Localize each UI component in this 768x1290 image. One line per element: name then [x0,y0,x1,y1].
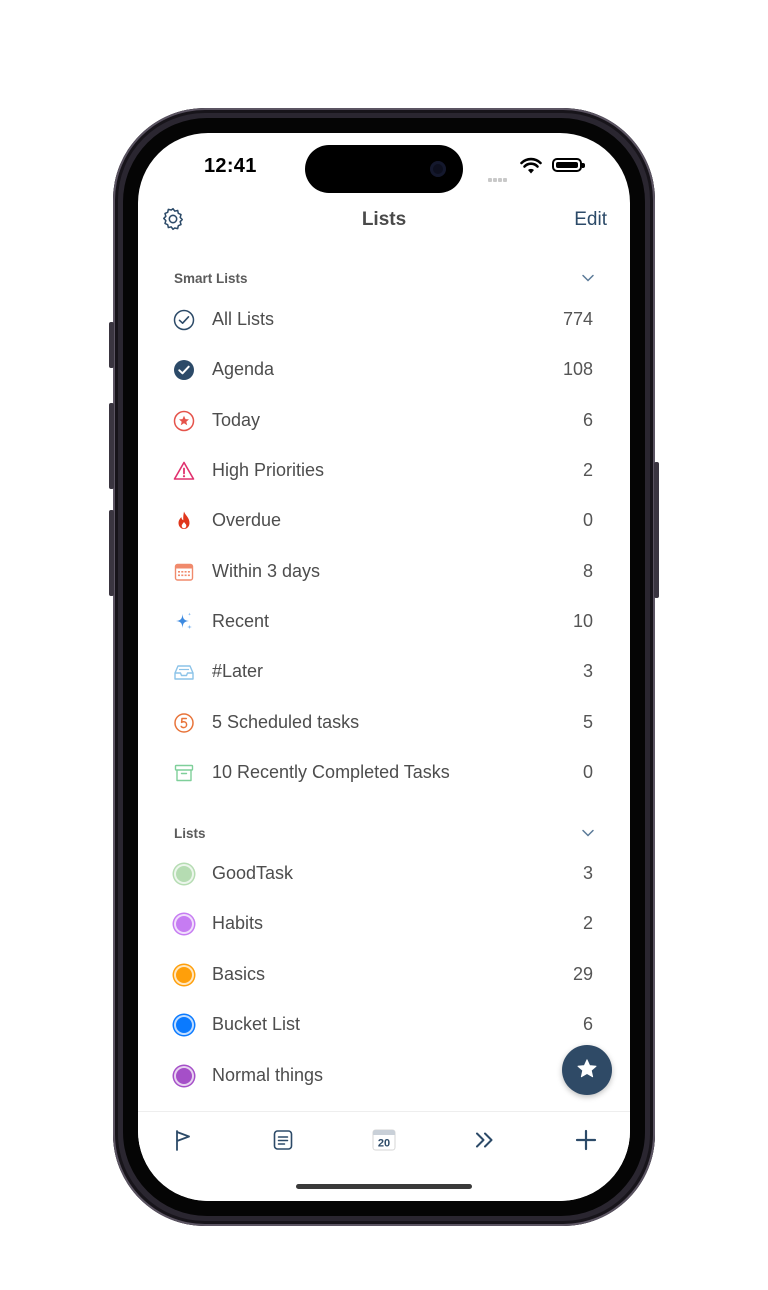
app-screen: 12:41 Lists Edit Smart Lists All Lists 7… [138,133,630,1201]
home-indicator[interactable] [296,1184,472,1189]
list-color-dot [174,914,194,934]
list-row-bucket-list[interactable]: Bucket List 6 [138,1001,630,1051]
list-row-habits[interactable]: Habits 2 [138,900,630,950]
smart-list-row-recent[interactable]: Recent 10 [138,598,630,648]
volume-down-button [109,510,114,596]
list-label: GoodTask [212,863,294,883]
list-count: 774 [562,309,593,329]
list-count: 5 [582,712,593,732]
flag-icon[interactable] [169,1126,197,1154]
check-circle-filled-icon [174,360,194,380]
lists-header[interactable]: Lists [174,826,206,841]
list-label: All Lists [212,309,275,329]
list-label: Agenda [212,359,275,379]
list-label: 10 Recently Completed Tasks [212,762,450,782]
smart-list-row-scheduled[interactable]: 5 Scheduled tasks 5 [138,699,630,749]
list-count: 3 [582,863,593,883]
calendar-day-icon[interactable]: 20 [370,1126,398,1154]
cellular-signal-icon [488,169,512,182]
smart-list-row-within-3-days[interactable]: Within 3 days 8 [138,548,630,598]
volume-up-button [109,403,114,489]
list-count: 3 [582,661,593,681]
page-title: Lists [361,209,407,230]
calendar-icon [174,563,194,581]
number-five-circle-icon [174,713,194,733]
warning-triangle-icon [173,461,195,480]
smart-list-row-all-lists[interactable]: All Lists 774 [138,296,630,346]
inbox-tray-icon [174,665,194,680]
list-color-dot [174,1015,194,1035]
smart-list-row-recently-completed[interactable]: 10 Recently Completed Tasks 0 [138,749,630,799]
list-count: 8 [582,561,593,581]
list-label: Normal things [212,1065,324,1085]
smart-list-row-later[interactable]: #Later 3 [138,648,630,698]
star-icon [577,1059,597,1078]
list-label: 5 Scheduled tasks [212,712,360,732]
smart-lists-header[interactable]: Smart Lists [174,271,248,286]
smart-list-row-overdue[interactable]: Overdue 0 [138,497,630,547]
list-label: Today [212,410,261,430]
camera-icon [430,161,446,177]
plus-icon[interactable] [572,1126,600,1154]
list-count: 2 [582,913,593,933]
chevron-down-icon[interactable] [581,828,595,838]
list-count: 10 [572,611,593,631]
smart-list-row-high-priorities[interactable]: High Priorities 2 [138,447,630,497]
list-count: 6 [582,410,593,430]
star-circle-icon [173,410,195,432]
list-label: Overdue [212,510,282,530]
list-row-basics[interactable]: Basics 29 [138,951,630,1001]
smart-list-row-today[interactable]: Today 6 [138,397,630,447]
list-row-normal-things[interactable]: Normal things [138,1052,630,1102]
wifi-icon [520,157,542,174]
check-circle-outline-icon [173,309,195,331]
list-label: Recent [212,611,270,631]
list-count: 0 [582,510,593,530]
edit-button[interactable]: Edit [574,209,607,231]
list-label: #Later [212,661,264,681]
list-label: Within 3 days [212,561,321,581]
calendar-day-number: 20 [378,1138,390,1150]
flame-icon [178,511,190,529]
favorites-fab-button[interactable] [562,1045,612,1095]
list-color-dot [174,864,194,884]
list-count: 29 [572,964,593,984]
list-count: 6 [582,1014,593,1034]
sparkles-icon [176,612,192,630]
list-count: 108 [562,359,593,379]
list-label: Habits [212,913,264,933]
smart-list-row-agenda[interactable]: Agenda 108 [138,346,630,396]
archive-box-icon [174,764,194,782]
chevron-down-icon[interactable] [581,273,595,283]
list-label: Bucket List [212,1014,301,1034]
list-row-goodtask[interactable]: GoodTask 3 [138,850,630,900]
list-label: Basics [212,964,266,984]
list-color-dot [174,965,194,985]
power-button [654,462,659,598]
list-icon[interactable] [269,1126,297,1154]
list-count: 2 [582,460,593,480]
list-label: High Priorities [212,460,325,480]
list-count: 0 [582,762,593,782]
status-time: 12:41 [204,155,257,177]
dynamic-island [305,145,463,193]
double-chevron-right-icon[interactable] [471,1126,499,1154]
list-color-dot [174,1066,194,1086]
action-button [109,322,114,368]
battery-icon [552,158,585,172]
